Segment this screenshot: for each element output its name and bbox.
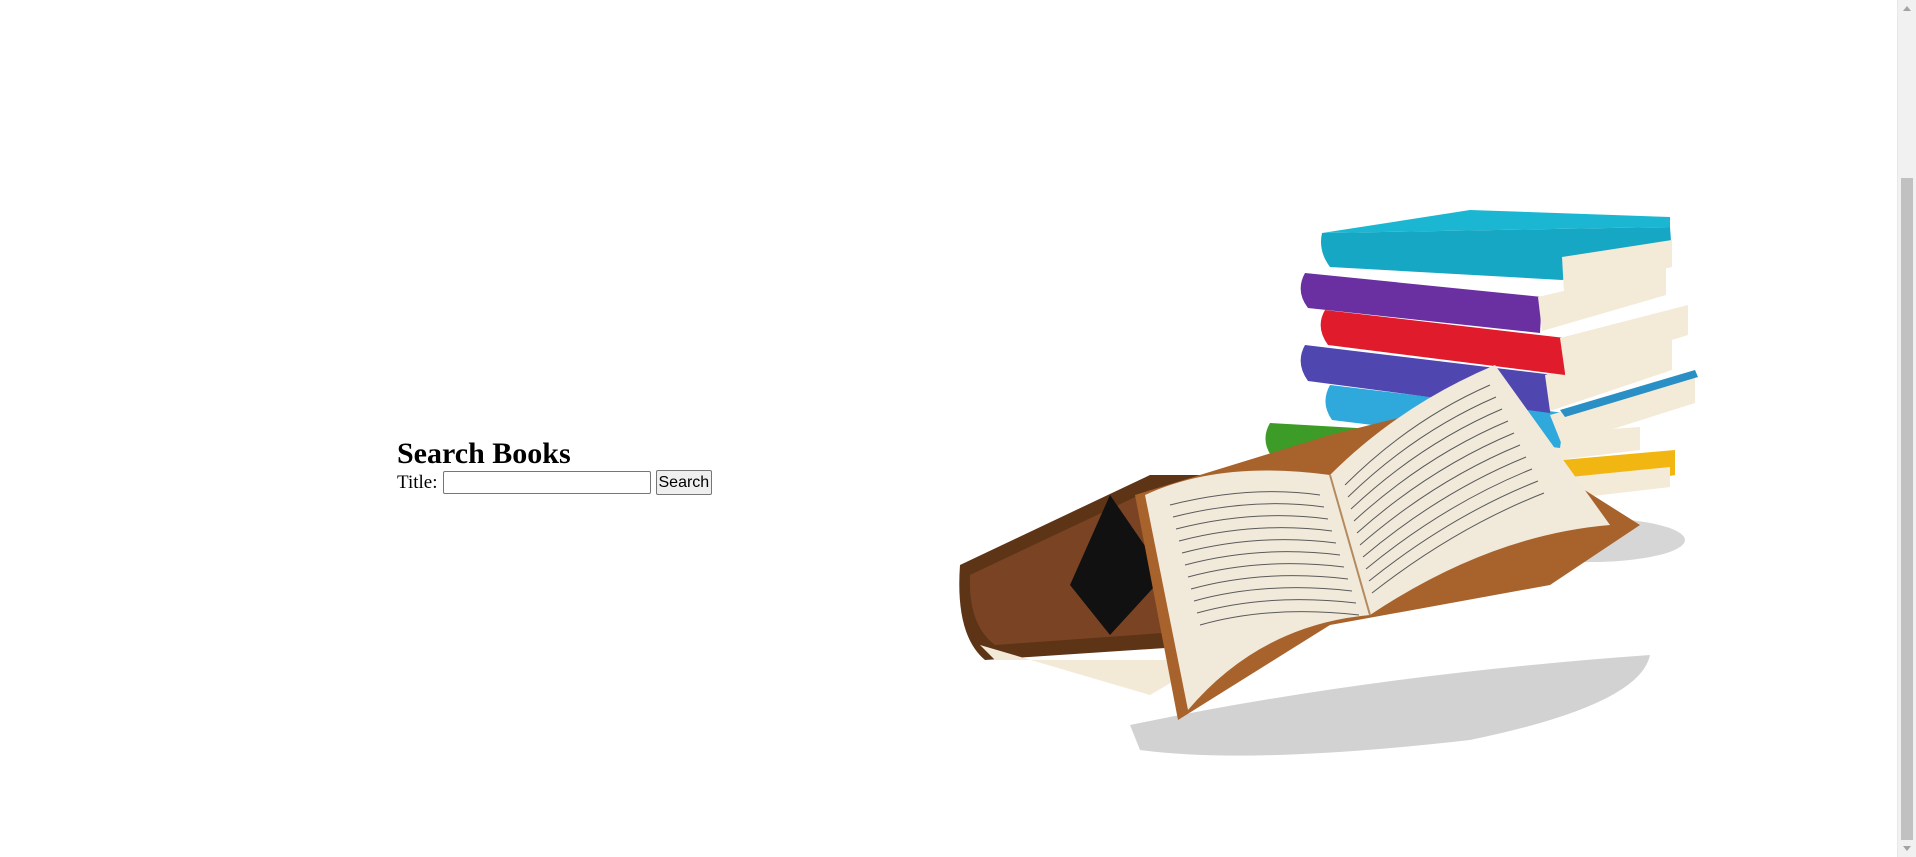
search-button[interactable]: Search: [655, 470, 713, 495]
title-label: Title:: [397, 471, 438, 493]
vertical-scrollbar[interactable]: [1897, 0, 1916, 857]
scrollbar-thumb[interactable]: [1901, 178, 1913, 840]
title-input[interactable]: [442, 471, 651, 494]
page-title: Search Books: [397, 437, 571, 470]
scroll-up-arrow-icon[interactable]: [1898, 0, 1916, 17]
scroll-down-arrow-icon[interactable]: [1898, 840, 1916, 857]
search-panel: Search Books Title: Search: [397, 436, 713, 495]
page: Search Books Title: Search: [0, 0, 1916, 857]
search-form: Title: Search: [397, 470, 713, 495]
books-illustration: [959, 210, 1698, 756]
